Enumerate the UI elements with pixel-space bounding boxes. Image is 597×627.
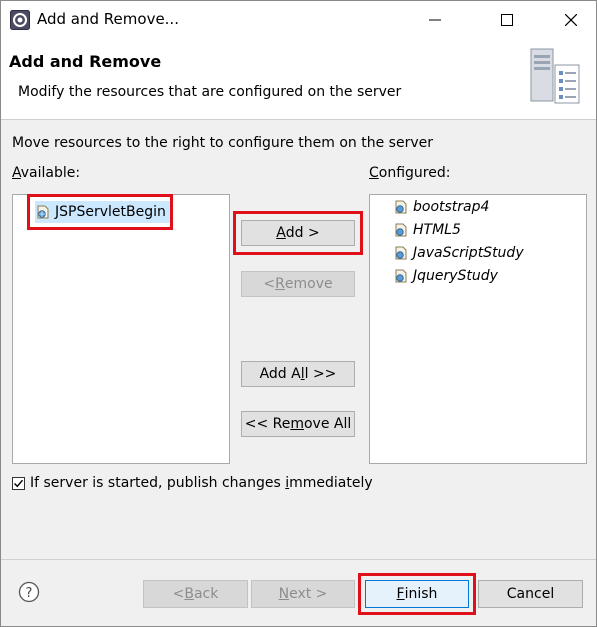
- back-button-pre: <: [172, 586, 185, 602]
- configured-item-label: JqueryStudy: [413, 268, 498, 284]
- add-all-button-label: l >>: [304, 366, 337, 382]
- configured-item-label: HTML5: [413, 222, 461, 238]
- configured-item-javascriptstudy[interactable]: JavaScriptStudy: [393, 242, 524, 264]
- configured-label-mnemonic: C: [369, 165, 379, 181]
- minimize-button[interactable]: [413, 1, 459, 39]
- highlight-available-item: [27, 194, 173, 230]
- configured-item-html5[interactable]: HTML5: [393, 219, 461, 241]
- maximize-icon: [501, 14, 513, 26]
- title-bar: Add and Remove...: [1, 1, 596, 39]
- add-all-button-pre: Add A: [259, 366, 301, 382]
- maximize-button[interactable]: [485, 1, 531, 39]
- publish-immediately-checkbox[interactable]: [12, 476, 25, 490]
- eclipse-app-icon: [10, 10, 30, 30]
- close-icon: [565, 14, 577, 26]
- configured-item-jquerystudy[interactable]: JqueryStudy: [393, 265, 498, 287]
- next-button-mnemonic: N: [278, 586, 290, 602]
- publish-immediately-row[interactable]: If server is started, publish changes im…: [12, 475, 373, 491]
- web-project-icon: [395, 223, 407, 237]
- cancel-button[interactable]: Cancel: [478, 580, 583, 608]
- add-all-button[interactable]: Add All >>: [241, 361, 355, 387]
- configured-label-rest: onfigured:: [378, 165, 451, 181]
- web-project-icon: [395, 269, 407, 283]
- remove-button-label: emove: [284, 276, 333, 292]
- window-title: Add and Remove...: [37, 10, 179, 28]
- checkmark-icon: [14, 479, 24, 487]
- highlight-finish-button: [358, 573, 476, 615]
- configured-label: Configured:: [369, 165, 450, 181]
- publish-immediately-label: If server is started, publish changes im…: [30, 475, 373, 491]
- remove-button-pre: <: [263, 276, 276, 292]
- dialog-window: Add and Remove... Add and Remove Modify …: [0, 0, 597, 627]
- wizard-banner: Add and Remove Modify the resources that…: [1, 39, 596, 120]
- remove-button-mnemonic: R: [275, 276, 285, 292]
- back-button-label: ack: [193, 586, 219, 602]
- web-project-icon: [395, 246, 407, 260]
- next-button[interactable]: Next >: [251, 580, 355, 608]
- web-project-icon: [395, 200, 407, 214]
- publish-label-pre: If server is started, publish changes: [30, 475, 286, 491]
- back-button[interactable]: < Back: [143, 580, 248, 608]
- next-button-label: ext >: [289, 586, 328, 602]
- configured-item-label: JavaScriptStudy: [413, 245, 524, 261]
- configured-item-bootstrap4[interactable]: bootstrap4: [393, 196, 489, 218]
- available-label-mnemonic: A: [12, 165, 21, 181]
- minimize-icon: [429, 19, 441, 21]
- available-list[interactable]: JSPServletBegin: [12, 194, 230, 464]
- server-icon: [530, 48, 580, 104]
- publish-label-rest: mmediately: [289, 475, 373, 491]
- remove-all-button-label: ove All: [303, 416, 352, 432]
- available-label: Available:: [12, 165, 80, 181]
- footer-separator: [1, 559, 596, 560]
- back-button-mnemonic: B: [184, 586, 194, 602]
- help-icon[interactable]: ?: [18, 581, 40, 603]
- remove-all-button-mnemonic: m: [290, 416, 304, 432]
- remove-all-button-pre: << Re: [244, 416, 291, 432]
- configured-item-label: bootstrap4: [413, 199, 490, 215]
- configured-list[interactable]: bootstrap4 HTML5 JavaScriptStudy JqueryS…: [369, 194, 587, 464]
- remove-button[interactable]: < Remove: [241, 271, 355, 297]
- svg-text:?: ?: [26, 586, 33, 601]
- highlight-add-button: [233, 211, 363, 255]
- close-button[interactable]: [549, 1, 595, 39]
- instructions-text: Move resources to the right to configure…: [12, 135, 433, 151]
- available-label-rest: vailable:: [20, 165, 81, 181]
- banner-description: Modify the resources that are configured…: [18, 84, 402, 100]
- remove-all-button[interactable]: << Re m ove All: [241, 411, 355, 437]
- banner-title: Add and Remove: [9, 52, 162, 71]
